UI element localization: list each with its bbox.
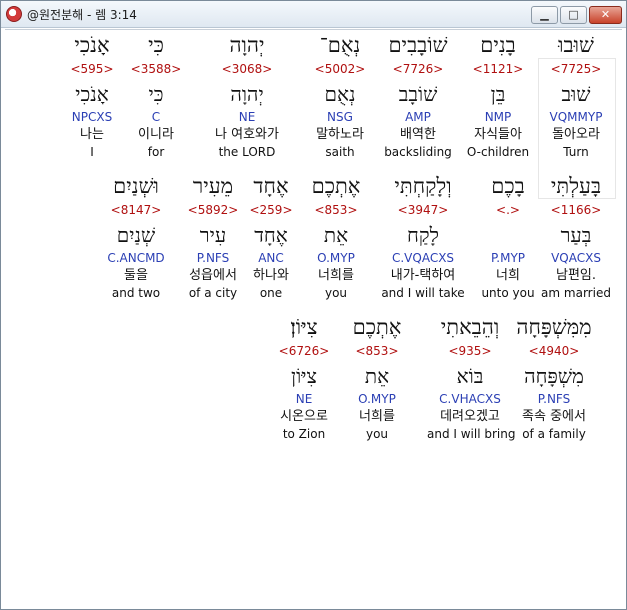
word-cell[interactable]: צִיּוֹן׃ <6726> צִיּוֹן NE 시온으로 to Zion <box>261 314 347 454</box>
strong-number: <7725> <box>550 62 602 76</box>
hebrew-word: וְהֵבֵאתִי <box>440 315 500 339</box>
morph-code: VQMMYP <box>549 110 603 124</box>
morph-code: C.VHACXS <box>439 392 501 406</box>
maximize-button[interactable]: □ <box>560 6 587 24</box>
english-gloss: and two <box>111 286 161 300</box>
korean-gloss: 둘을 <box>124 268 148 283</box>
english-gloss: unto you <box>481 286 535 300</box>
morph-code: AMP <box>405 110 431 124</box>
strong-number: <5892> <box>187 203 239 217</box>
title-bar[interactable]: @원전분해 - 렘 3:14 ▁ □ ✕ <box>1 1 626 28</box>
main-window: @원전분해 - 렘 3:14 ▁ □ ✕ שׁוּבוּ <7725> שׁוּב V… <box>0 0 627 610</box>
morph-code: P.NFS <box>196 251 230 265</box>
strong-number: <8147> <box>110 203 162 217</box>
hebrew-word: מִמִּשְׁפָּחָה <box>516 315 592 339</box>
morph-code: P.NFS <box>537 392 571 406</box>
hebrew-root: מִשְׁפָּחָה <box>524 364 584 388</box>
korean-gloss: 족속 중에서 <box>522 409 586 424</box>
english-gloss: of a family <box>522 427 586 441</box>
strong-number: <6726> <box>278 344 330 358</box>
hebrew-root: עִיר <box>199 223 227 247</box>
morph-code: C.VQACXS <box>391 251 455 265</box>
hebrew-root: נְאֻם <box>324 82 356 106</box>
word-cell[interactable]: שׁוֹבָבִים <7726> שׁוֹבָב AMP 배역한 backsliding <box>375 32 461 172</box>
strong-number: <3068> <box>221 62 273 76</box>
english-gloss: of a city <box>188 286 238 300</box>
hebrew-word: שׁוֹבָבִים <box>388 33 448 57</box>
strong-number: <3947> <box>397 203 449 217</box>
korean-gloss: 돌아오라 <box>552 127 600 142</box>
korean-gloss: 나는 <box>80 127 104 142</box>
korean-gloss: 성읍에서 <box>189 268 237 283</box>
hebrew-root: שׁוּב <box>561 82 591 106</box>
hebrew-word: בָנִים <box>480 33 516 57</box>
strong-number: <7726> <box>392 62 444 76</box>
korean-gloss: 데려오겠고 <box>440 409 500 424</box>
morph-code: NE <box>238 110 256 124</box>
word-cell[interactable]: בָנִים <1121> בֵּן NMP 자식들아 O-children <box>455 32 541 172</box>
korean-gloss: 배역한 <box>400 127 436 142</box>
english-gloss: O-children <box>466 145 530 159</box>
hebrew-root: שְׁנַיִם <box>116 223 156 247</box>
english-gloss: saith <box>325 145 355 159</box>
hebrew-root: צִיּוֹן <box>291 364 317 388</box>
hebrew-word: וּשְׁנַיִם <box>113 174 159 198</box>
english-gloss: the LORD <box>218 145 276 159</box>
hebrew-word: נְאֻם־ <box>319 33 361 57</box>
word-cell[interactable]: בָכֶם <.> P.MYP 너희 unto you <box>465 173 551 313</box>
hebrew-word: אָנֹכִי <box>74 33 110 57</box>
english-gloss: and I will take <box>381 286 465 300</box>
morph-code: NSG <box>327 110 353 124</box>
minimize-button[interactable]: ▁ <box>531 6 558 24</box>
korean-gloss: 말하노라 <box>316 127 364 142</box>
hebrew-root: לָקַח <box>407 223 439 247</box>
hebrew-word: וְלָקַחְתִּי <box>394 174 452 198</box>
app-icon[interactable] <box>6 6 22 22</box>
korean-gloss: 시온으로 <box>280 409 328 424</box>
english-gloss: and I will bring <box>427 427 516 441</box>
hebrew-word: צִיּוֹן׃ <box>290 315 318 339</box>
english-gloss: I <box>90 145 94 159</box>
close-button[interactable]: ✕ <box>589 6 622 24</box>
strong-number: <5002> <box>314 62 366 76</box>
word-cell[interactable]: וְלָקַחְתִּי <3947> לָקַח C.VQACXS 내가-택하여 and… <box>380 173 466 313</box>
strong-number: <1121> <box>472 62 524 76</box>
word-cell[interactable]: נְאֻם־ <5002> נְאֻם NSG 말하노라 saith <box>297 32 383 172</box>
hebrew-root: יְהוָה <box>230 82 264 106</box>
word-cell[interactable]: וְהֵבֵאתִי <935> בּוֹא C.VHACXS 데려오겠고 and I w… <box>427 314 516 454</box>
word-cell[interactable]: מֵעִיר <5892> עִיר P.NFS 성읍에서 of a city <box>170 173 256 313</box>
english-gloss: backsliding <box>384 145 452 159</box>
word-cell[interactable]: אָנֹכִי <595> אָנֹכִי NPCXS 나는 I <box>49 32 135 172</box>
hebrew-root: בֵּן <box>490 82 506 106</box>
hebrew-word: בָכֶם <box>491 174 525 198</box>
english-gloss: Turn <box>563 145 589 159</box>
korean-gloss: 너희 <box>496 268 520 283</box>
hebrew-root: שׁוֹבָב <box>398 82 438 106</box>
word-cell[interactable]: יְהוָה <3068> יְהוָה NE 나 여호와가 the LORD <box>204 32 290 172</box>
strong-number: <595> <box>70 62 114 76</box>
strong-number: <.> <box>496 203 520 217</box>
hebrew-word: שׁוּבוּ <box>558 33 594 57</box>
morph-code: NE <box>295 392 313 406</box>
morph-code: P.MYP <box>490 251 526 265</box>
word-cell[interactable]: שׁוּבוּ <7725> שׁוּב VQMMYP 돌아오라 Turn <box>533 32 619 172</box>
interlinear-view: שׁוּבוּ <7725> שׁוּב VQMMYP 돌아오라 Turn בָנִים <1… <box>5 29 622 607</box>
korean-gloss: 자식들아 <box>474 127 522 142</box>
english-gloss: to Zion <box>282 427 326 441</box>
hebrew-root: אָנֹכִי <box>75 82 109 106</box>
korean-gloss: 나 여호와가 <box>215 127 279 142</box>
strong-number: <935> <box>448 344 492 358</box>
morph-code: NPCXS <box>71 110 113 124</box>
window-title: @원전분해 - 렘 3:14 <box>27 8 137 22</box>
hebrew-word: מֵעִיר <box>192 174 234 198</box>
strong-number: <4940> <box>528 344 580 358</box>
word-cell[interactable]: וּשְׁנַיִם <8147> שְׁנַיִם C.ANCMD 둘을 and two <box>93 173 179 313</box>
word-cell[interactable]: מִמִּשְׁפָּחָה <4940> מִשְׁפָּחָה P.NFS 족속 중… <box>511 314 597 454</box>
hebrew-word: יְהוָה <box>229 33 265 57</box>
morph-code: C.ANCMD <box>107 251 165 265</box>
morph-code: NMP <box>484 110 512 124</box>
korean-gloss: 내가-택하여 <box>390 268 456 283</box>
hebrew-root: בּוֹא <box>456 364 484 388</box>
